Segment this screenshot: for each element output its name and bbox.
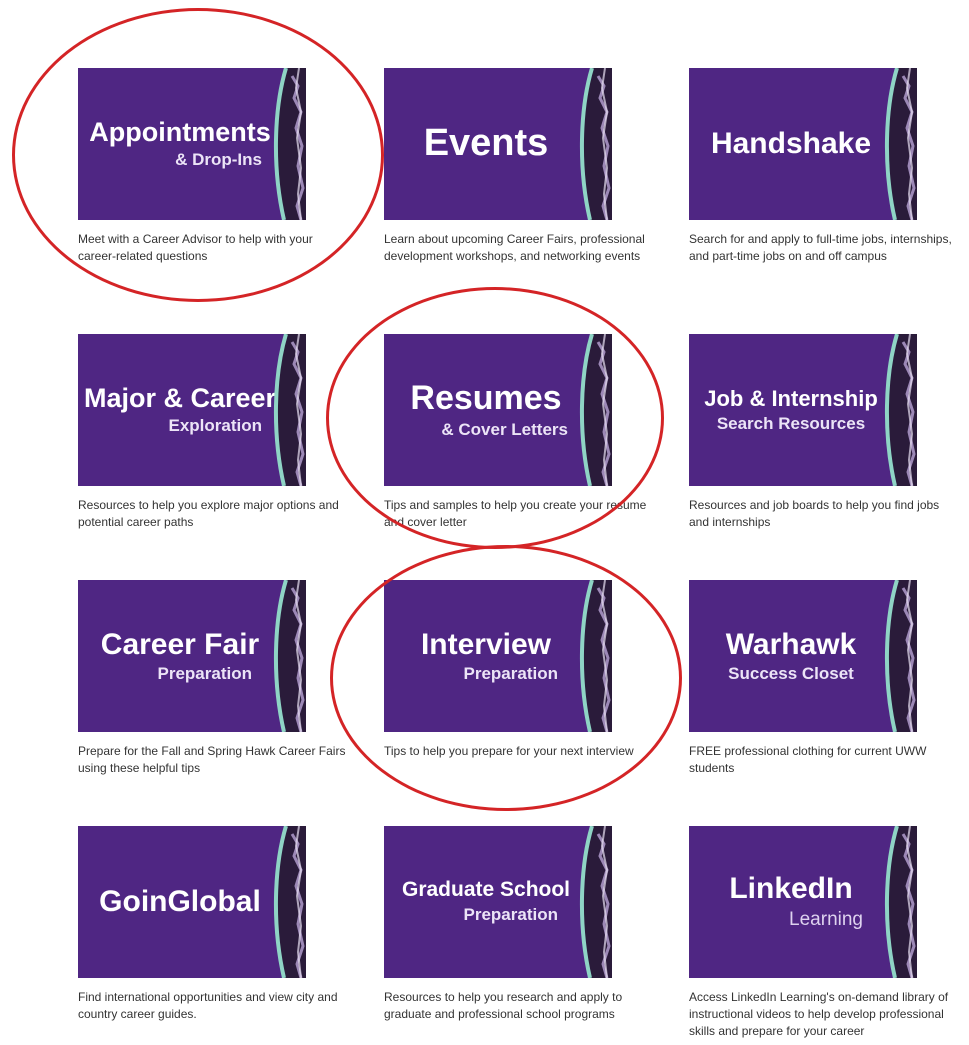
tile-major-career[interactable]: Major & Career Exploration bbox=[78, 334, 306, 486]
tile-title: Interview bbox=[420, 627, 552, 661]
tile-description: Learn about upcoming Career Fairs, profe… bbox=[384, 232, 645, 263]
photo-strip-decoration bbox=[579, 334, 612, 486]
photo-strip-decoration bbox=[884, 334, 917, 486]
photo-strip-decoration bbox=[579, 580, 612, 732]
tile-description: Tips to help you prepare for your next i… bbox=[384, 744, 634, 758]
tile-title: Major & Career bbox=[83, 383, 277, 414]
photo-strip-decoration bbox=[273, 580, 306, 732]
tile-linkedin-learning[interactable]: LinkedIn Learning bbox=[689, 826, 917, 978]
photo-strip-decoration bbox=[884, 826, 917, 978]
tile-title: LinkedIn bbox=[729, 872, 853, 906]
tile-resumes[interactable]: Resumes & Cover Letters bbox=[384, 334, 612, 486]
photo-strip-decoration bbox=[579, 68, 612, 220]
tile-subtitle: Preparation bbox=[157, 663, 252, 683]
tile-goinglobal[interactable]: GoinGlobal bbox=[78, 826, 306, 978]
tile-subtitle: Exploration bbox=[168, 416, 262, 436]
tile-subtitle: Preparation bbox=[463, 905, 558, 925]
tile-title: Graduate School bbox=[401, 878, 571, 902]
tile-job-internship[interactable]: Job & Internship Search Resources bbox=[689, 334, 917, 486]
tile-graduate-school[interactable]: Graduate School Preparation bbox=[384, 826, 612, 978]
tile-title: Appointments bbox=[89, 117, 271, 148]
photo-strip-decoration bbox=[884, 68, 917, 220]
photo-strip-decoration bbox=[273, 68, 306, 220]
tile-appointments[interactable]: Appointments & Drop-Ins bbox=[78, 68, 306, 220]
tile-title: Resumes bbox=[410, 379, 562, 418]
tile-subtitle: & Drop-Ins bbox=[175, 150, 262, 170]
tile-description: Resources and job boards to help you fin… bbox=[689, 498, 940, 529]
tile-interview[interactable]: Interview Preparation bbox=[384, 580, 612, 732]
photo-strip-decoration bbox=[273, 334, 306, 486]
tile-subtitle: Learning bbox=[789, 908, 863, 930]
tile-handshake[interactable]: Handshake bbox=[689, 68, 917, 220]
tile-description: Tips and samples to help you create your… bbox=[384, 498, 647, 529]
tile-title: GoinGlobal bbox=[99, 884, 261, 918]
tile-description: Find international opportunities and vie… bbox=[78, 990, 338, 1021]
tile-subtitle: Search Resources bbox=[716, 413, 866, 433]
tile-description: Resources to help you explore major opti… bbox=[78, 498, 339, 529]
tile-description: Prepare for the Fall and Spring Hawk Car… bbox=[78, 744, 346, 775]
tile-description: FREE professional clothing for current U… bbox=[689, 744, 927, 775]
tile-title: Events bbox=[423, 122, 549, 165]
tile-title: Job & Internship bbox=[704, 385, 878, 411]
tile-subtitle: & Cover Letters bbox=[441, 420, 568, 440]
tile-description: Access LinkedIn Learning's on-demand lib… bbox=[689, 990, 949, 1038]
tile-title: Handshake bbox=[710, 126, 872, 160]
photo-strip-decoration bbox=[273, 826, 306, 978]
tile-description: Search for and apply to full-time jobs, … bbox=[689, 232, 952, 263]
tile-description: Resources to help you research and apply… bbox=[384, 990, 623, 1021]
tile-warhawk[interactable]: Warhawk Success Closet bbox=[689, 580, 917, 732]
photo-strip-decoration bbox=[579, 826, 612, 978]
tile-subtitle: Preparation bbox=[463, 663, 558, 683]
tile-title: Warhawk bbox=[725, 627, 857, 661]
tile-description: Meet with a Career Advisor to help with … bbox=[78, 232, 313, 263]
tile-title: Career Fair bbox=[100, 627, 260, 661]
tile-events[interactable]: Events bbox=[384, 68, 612, 220]
photo-strip-decoration bbox=[884, 580, 917, 732]
tile-subtitle: Success Closet bbox=[728, 663, 854, 683]
tile-career-fair[interactable]: Career Fair Preparation bbox=[78, 580, 306, 732]
